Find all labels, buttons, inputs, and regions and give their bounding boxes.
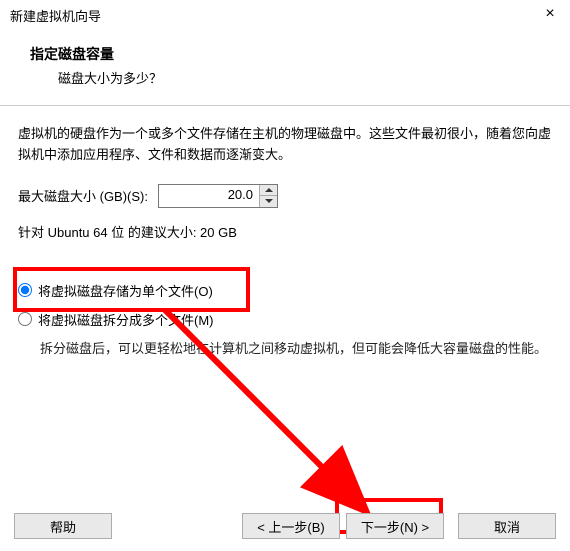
radio-single-file-label[interactable]: 将虚拟磁盘存储为单个文件(O) [38, 281, 213, 300]
spinner-arrows[interactable] [259, 185, 277, 207]
split-files-description: 拆分磁盘后，可以更轻松地在计算机之间移动虚拟机，但可能会降低大容量磁盘的性能。 [40, 339, 552, 360]
recommended-size-text: 针对 Ubuntu 64 位 的建议大小: 20 GB [18, 222, 552, 241]
radio-split-files-label[interactable]: 将虚拟磁盘拆分成多个文件(M) [38, 310, 214, 329]
wizard-heading: 指定磁盘容量 [30, 44, 570, 64]
cancel-button[interactable]: 取消 [458, 513, 556, 539]
help-button[interactable]: 帮助 [14, 513, 112, 539]
close-icon[interactable]: × [540, 5, 560, 25]
option-split-files[interactable]: 将虚拟磁盘拆分成多个文件(M) [18, 310, 552, 329]
next-button[interactable]: 下一步(N) > [346, 513, 444, 539]
wizard-subheading: 磁盘大小为多少？ [58, 68, 570, 87]
spinner-down-icon[interactable] [260, 195, 277, 207]
max-disk-size-label: 最大磁盘大小 (GB)(S): [18, 186, 148, 205]
option-single-file[interactable]: 将虚拟磁盘存储为单个文件(O) [18, 281, 552, 300]
back-button[interactable]: < 上一步(B) [242, 513, 340, 539]
window-title: 新建虚拟机向导 [10, 6, 540, 25]
spinner-up-icon[interactable] [260, 185, 277, 196]
radio-split-files[interactable] [18, 312, 32, 326]
disk-size-spinner[interactable]: 20.0 [158, 184, 278, 208]
disk-size-value[interactable]: 20.0 [159, 185, 259, 207]
radio-single-file[interactable] [18, 283, 32, 297]
description-text: 虚拟机的硬盘作为一个或多个文件存储在主机的物理磁盘中。这些文件最初很小，随着您向… [18, 124, 552, 166]
